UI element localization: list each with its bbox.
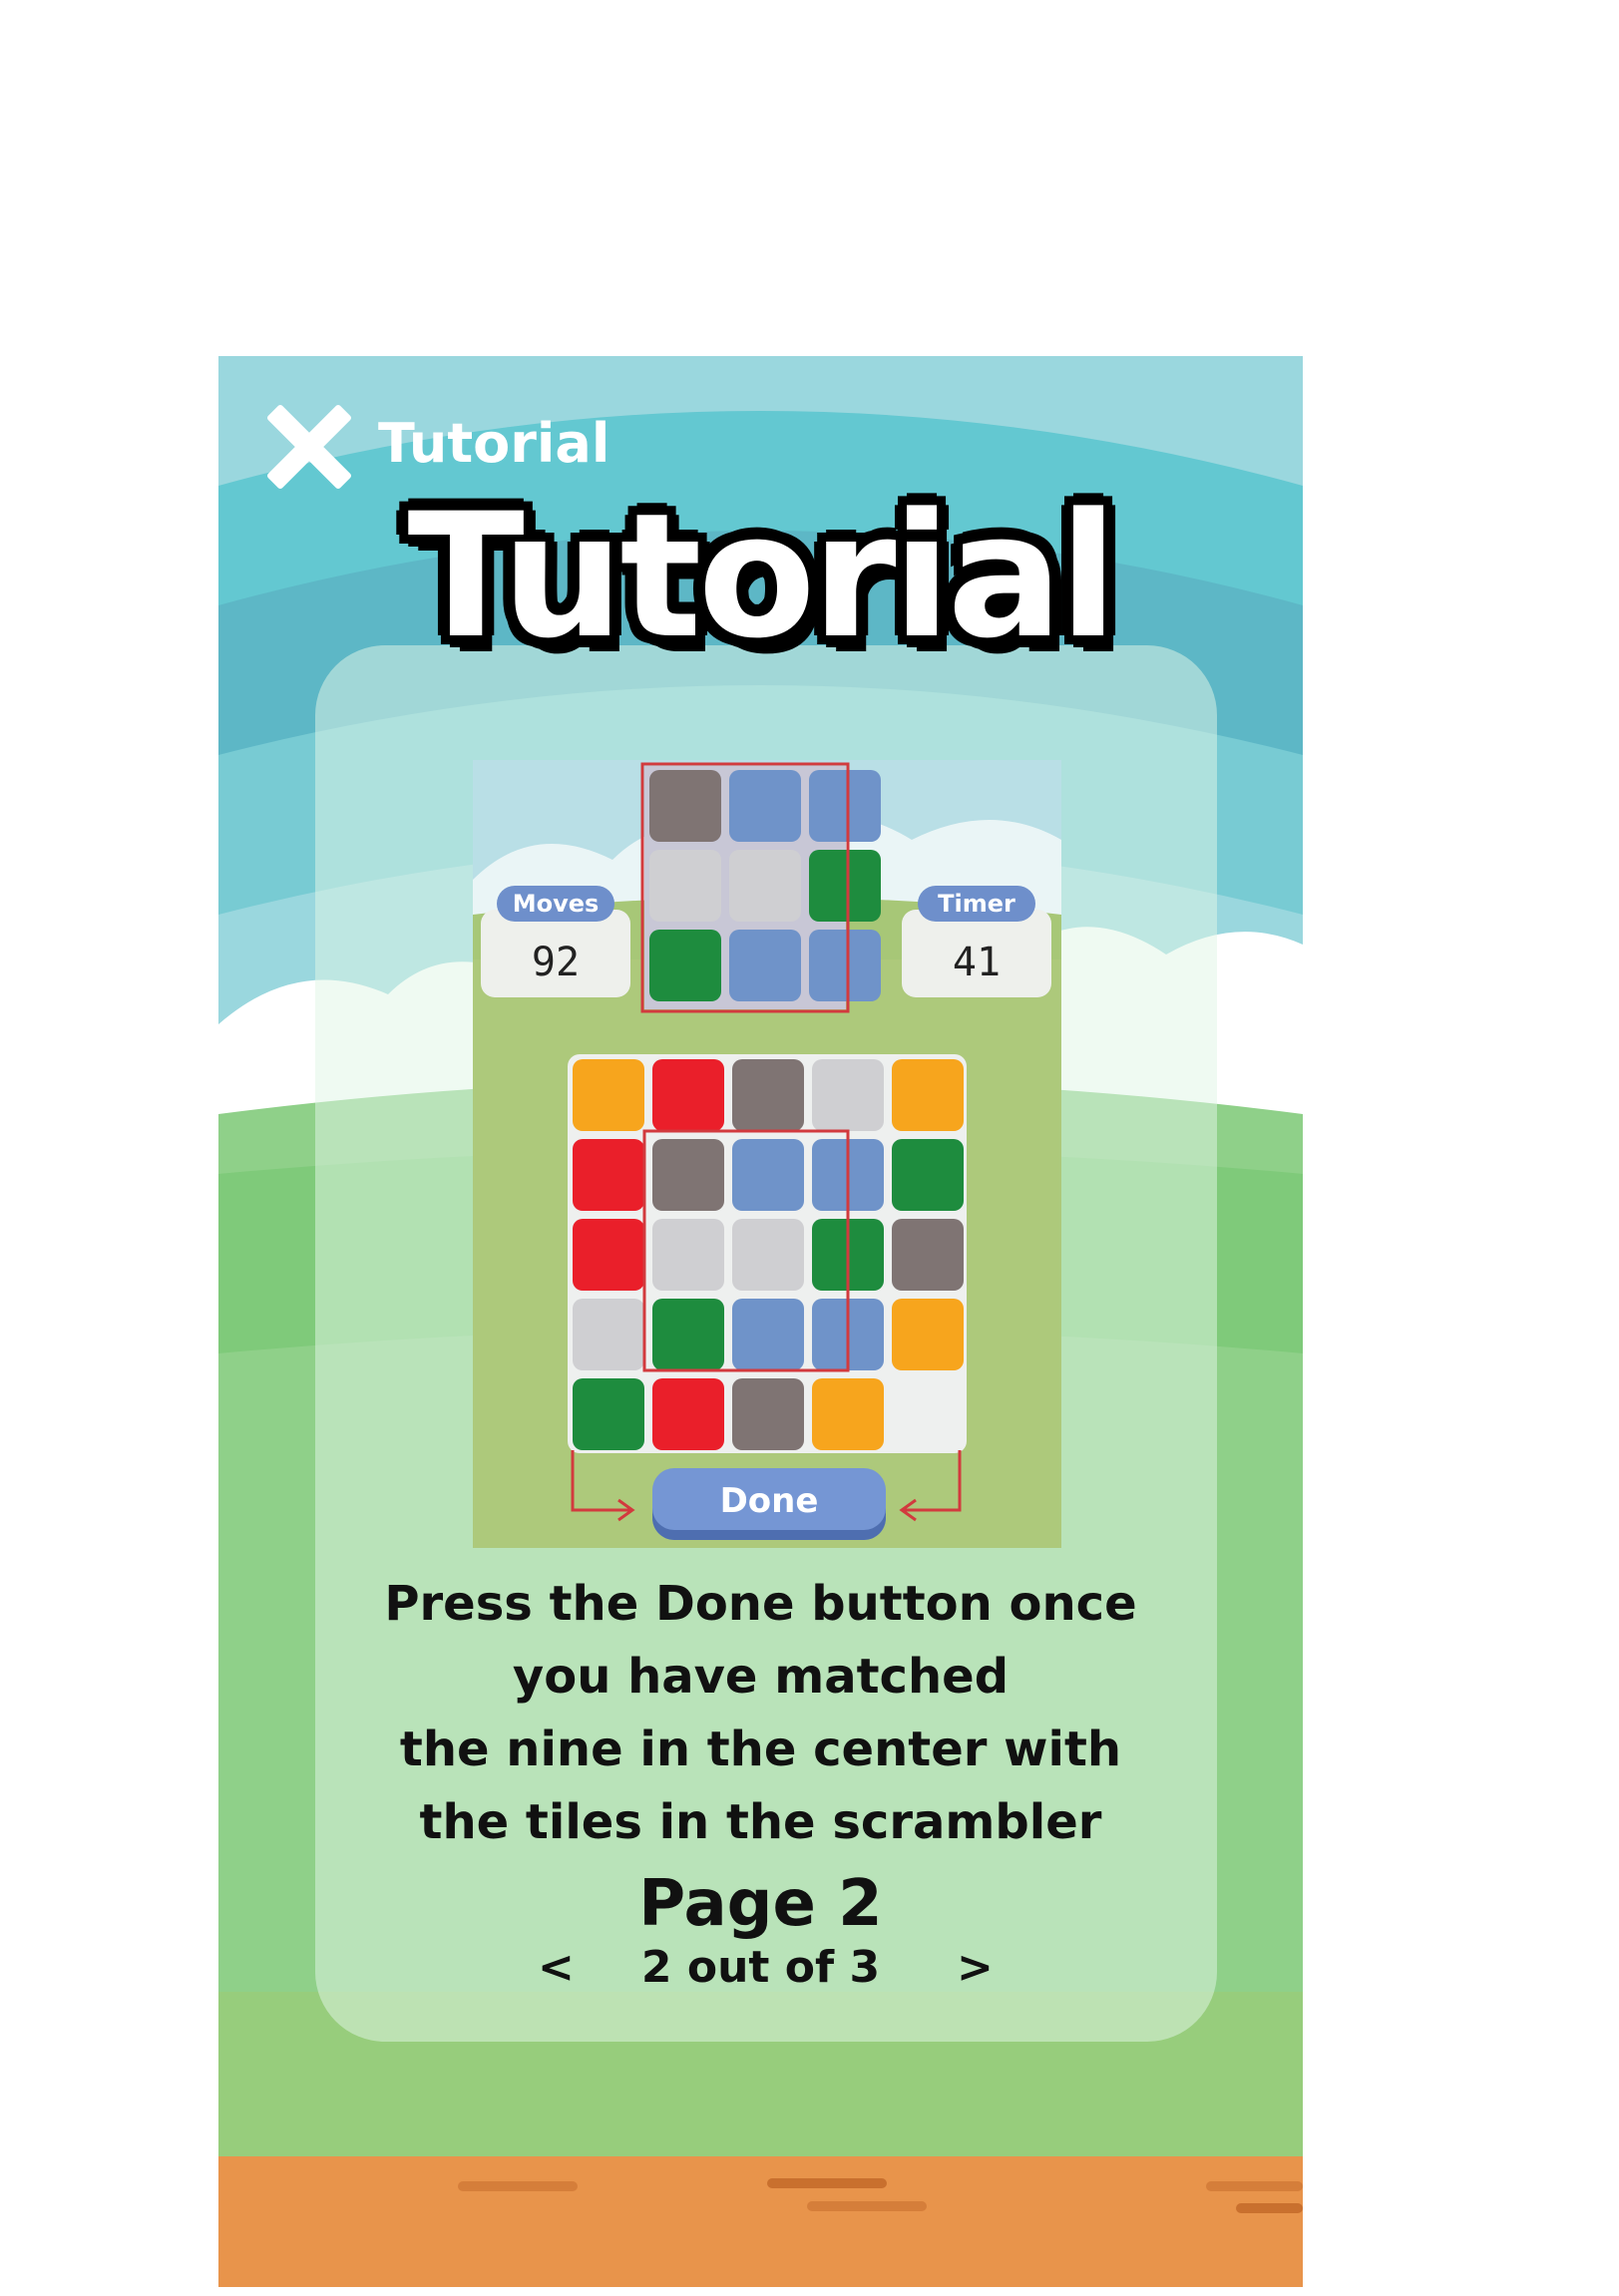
board-tile	[573, 1139, 644, 1211]
target-tile	[809, 770, 881, 842]
previous-page-button[interactable]: <	[538, 1942, 575, 1993]
board-tile	[892, 1299, 964, 1370]
target-tile	[649, 770, 721, 842]
page-counter: 2 out of 3	[640, 1942, 881, 1993]
board-tile	[652, 1378, 724, 1450]
game-screen: Tutorial Tutorial Moves 92 Timer 41 Done…	[218, 356, 1303, 2287]
board-tile	[732, 1219, 804, 1291]
board-tile	[652, 1219, 724, 1291]
board-tile	[892, 1139, 964, 1211]
timer-counter: Timer 41	[902, 886, 1051, 997]
board-tile	[812, 1059, 884, 1131]
preview-board	[473, 760, 1061, 1548]
board-tile	[892, 1219, 964, 1291]
instruction-line: the tiles in the scrambler	[419, 1794, 1102, 1850]
moves-counter: Moves 92	[481, 886, 630, 997]
tutorial-preview-image: Moves 92 Timer 41 Done	[473, 760, 1061, 1548]
board-tile	[652, 1299, 724, 1370]
instruction-line: you have matched	[512, 1649, 1010, 1705]
instruction-line: Press the Done button once	[384, 1576, 1137, 1632]
target-tile	[729, 770, 801, 842]
board-tile	[573, 1378, 644, 1450]
target-tile	[809, 930, 881, 1001]
header-title: Tutorial	[378, 412, 610, 475]
board-tile	[732, 1139, 804, 1211]
target-tile	[649, 850, 721, 922]
board-tile	[732, 1378, 804, 1450]
moves-value: 92	[531, 940, 581, 985]
page-title: Page 2	[638, 1867, 883, 1941]
target-tile	[729, 930, 801, 1001]
board-tile	[812, 1378, 884, 1450]
next-page-button[interactable]: >	[957, 1942, 994, 1993]
instructions-text: Press the Done button once you have matc…	[218, 1568, 1303, 1859]
board-tile	[573, 1299, 644, 1370]
target-tile	[729, 850, 801, 922]
moves-label: Moves	[497, 886, 614, 922]
board-tile	[732, 1299, 804, 1370]
board-tile	[732, 1059, 804, 1131]
timer-label: Timer	[918, 886, 1035, 922]
target-tile	[809, 850, 881, 922]
board-tile	[652, 1139, 724, 1211]
board-tile	[573, 1219, 644, 1291]
tutorial-heading: Tutorial	[407, 476, 1117, 676]
timer-value: 41	[952, 940, 1002, 985]
board-tile	[892, 1059, 964, 1131]
board-tile	[573, 1059, 644, 1131]
done-button: Done	[652, 1468, 886, 1540]
instruction-line: the nine in the center with	[399, 1722, 1122, 1777]
board-tile	[652, 1059, 724, 1131]
target-tile	[649, 930, 721, 1001]
